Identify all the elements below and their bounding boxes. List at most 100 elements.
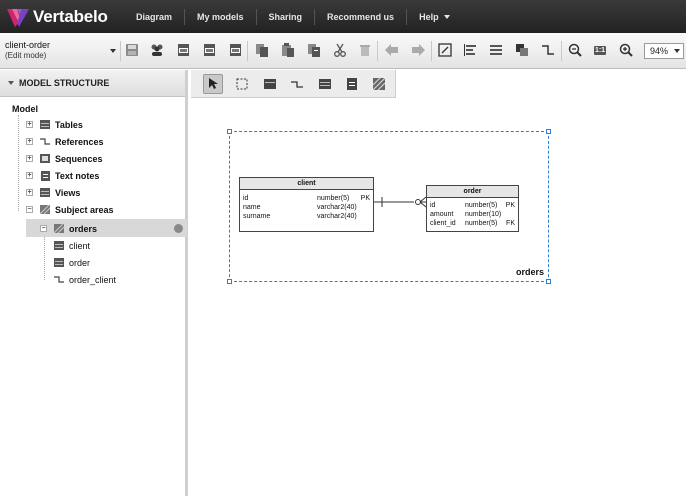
tree-item-subject-areas[interactable]: − Subject areas [26, 201, 114, 218]
model-selector[interactable]: client-order (Edit mode) [5, 40, 118, 60]
app-root: Vertabelo Diagram My models Sharing Reco… [0, 0, 686, 496]
tree-connector [18, 115, 19, 211]
nav-my-models[interactable]: My models [185, 8, 257, 25]
export-svg-button[interactable] [226, 41, 244, 59]
redo-button[interactable] [409, 41, 427, 59]
add-note-button[interactable] [342, 74, 362, 94]
arrange-button[interactable] [513, 41, 531, 59]
subject-area-icon [373, 78, 385, 90]
chevron-down-icon [674, 49, 680, 53]
add-table-button[interactable] [260, 74, 280, 94]
table-column-row[interactable]: surname varchar2(40) [243, 212, 370, 221]
tree-item-sequences[interactable]: + Sequences [26, 150, 103, 167]
expand-icon[interactable]: + [26, 138, 33, 145]
tree-item-client[interactable]: client [54, 237, 90, 254]
copy-button[interactable] [253, 41, 271, 59]
logo[interactable]: Vertabelo [0, 7, 124, 27]
panel-header[interactable]: MODEL STRUCTURE [0, 70, 185, 97]
tree-item-order-client[interactable]: order_client [54, 271, 116, 288]
column-name: id [430, 202, 436, 209]
tree-item-label: Views [55, 187, 81, 198]
add-view-button[interactable] [315, 74, 335, 94]
zoom-select[interactable]: 94% [644, 43, 684, 59]
column-name: surname [243, 213, 271, 220]
zoom-in-button[interactable] [617, 41, 635, 59]
expand-icon[interactable]: + [26, 155, 33, 162]
zoom-out-button[interactable] [566, 41, 584, 59]
table-column-row[interactable]: name varchar2(40) [243, 203, 370, 212]
table-column-row[interactable]: client_id number(5) FK [430, 219, 515, 228]
collapse-icon[interactable]: − [40, 225, 47, 232]
users-icon [151, 44, 163, 56]
edit-mode-label: (Edit mode) [5, 51, 47, 60]
align-button[interactable] [461, 41, 479, 59]
view-icon [40, 188, 50, 197]
column-key [357, 212, 370, 221]
column-name: amount [430, 211, 454, 218]
tree-item-label: Subject areas [55, 204, 114, 215]
table-client[interactable]: client id number(5) PK name varchar2(40)… [239, 177, 374, 232]
resize-handle[interactable] [546, 129, 551, 134]
marquee-tool-button[interactable] [232, 74, 252, 94]
diagram-canvas[interactable]: orders client id number(5) PK name varch… [191, 70, 686, 496]
tree-item-text-notes[interactable]: + Text notes [26, 167, 99, 184]
tree-item-tables[interactable]: + Tables [26, 116, 83, 133]
distribute-button[interactable] [487, 41, 505, 59]
tree-item-order[interactable]: order [54, 254, 90, 271]
toolbar-divider [377, 41, 378, 61]
nav-sharing[interactable]: Sharing [257, 8, 316, 25]
panel-title: MODEL STRUCTURE [19, 78, 110, 88]
column-key: PK [505, 202, 515, 209]
select-tool-button[interactable] [203, 74, 223, 94]
export-sql-button[interactable] [200, 41, 218, 59]
expand-icon[interactable]: + [26, 172, 33, 179]
column-type: number(5) [317, 195, 350, 202]
table-column-row[interactable]: id number(5) PK [243, 194, 370, 203]
save-icon [126, 44, 138, 56]
column-type: number(5) [465, 202, 498, 209]
tree-item-label: Text notes [55, 170, 100, 181]
table-icon [264, 79, 276, 89]
cut-button[interactable] [331, 41, 349, 59]
zoom-100-button[interactable]: 1:1 [591, 41, 609, 59]
resize-handle[interactable] [546, 279, 551, 284]
delete-button[interactable] [356, 41, 374, 59]
table-order[interactable]: order id number(5) PK amount number(10) … [426, 185, 519, 232]
tree-item-orders[interactable]: − orders [40, 220, 97, 237]
toolbar-divider [120, 41, 121, 61]
collapse-icon[interactable]: − [26, 206, 33, 213]
expand-icon[interactable]: + [26, 121, 33, 128]
nav-recommend-us[interactable]: Recommend us [315, 8, 408, 25]
export-pdf-button[interactable] [174, 41, 192, 59]
tree-item-label: Sequences [55, 153, 103, 164]
nav-diagram[interactable]: Diagram [124, 8, 186, 25]
subject-area-icon [54, 224, 64, 233]
add-subject-area-button[interactable] [369, 74, 389, 94]
reference-icon [291, 81, 303, 88]
tree-root: Model [12, 104, 38, 114]
paste-button[interactable] [279, 41, 297, 59]
line-style-button[interactable] [539, 41, 557, 59]
format-button[interactable] [436, 41, 454, 59]
tree-item-label: order [69, 257, 91, 268]
clone-button[interactable] [305, 41, 323, 59]
paste-icon [282, 43, 294, 57]
tree-item-references[interactable]: + References [26, 133, 104, 150]
reference-line-order-client[interactable] [374, 194, 428, 210]
trash-icon [360, 45, 370, 56]
undo-button[interactable] [383, 41, 401, 59]
save-button[interactable] [123, 41, 141, 59]
resize-handle[interactable] [227, 129, 232, 134]
tree-item-views[interactable]: + Views [26, 184, 80, 201]
table-column-row[interactable]: id number(5) PK [430, 201, 515, 210]
elbow-line-icon [542, 45, 554, 55]
nav-help-label: Help [419, 11, 439, 22]
share-button[interactable] [148, 41, 166, 59]
expand-icon[interactable]: + [26, 189, 33, 196]
table-column-row[interactable]: amount number(10) [430, 210, 515, 219]
remove-icon[interactable] [174, 224, 183, 233]
table-icon [40, 120, 50, 129]
nav-help[interactable]: Help [407, 9, 462, 25]
resize-handle[interactable] [227, 279, 232, 284]
add-reference-button[interactable] [287, 74, 307, 94]
